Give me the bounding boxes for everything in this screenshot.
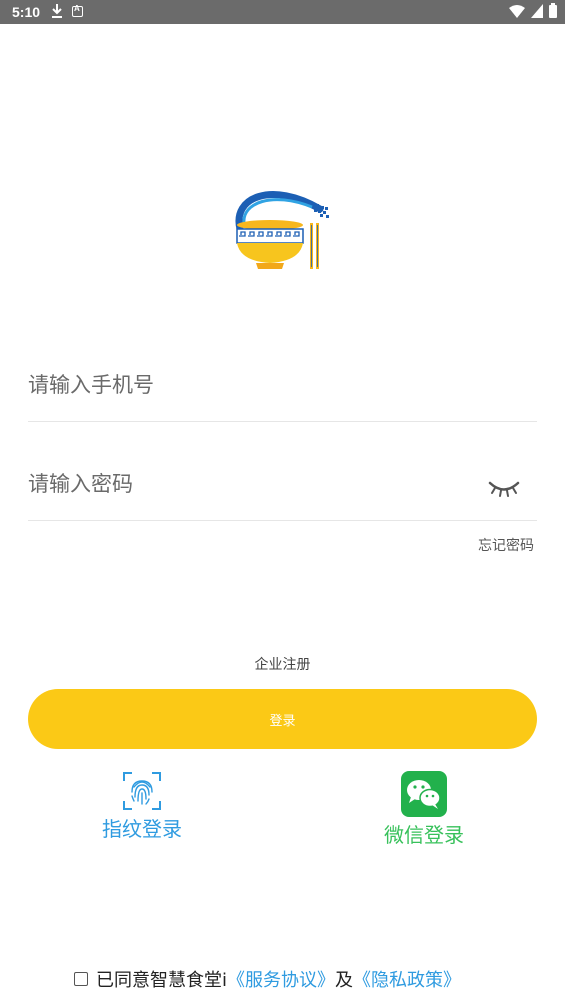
fingerprint-icon [123,772,161,810]
signal-icon [531,3,543,18]
status-icons [509,3,557,18]
eye-closed-icon[interactable] [487,478,521,498]
fingerprint-login-button[interactable]: 指纹登录 [96,771,188,842]
service-agreement-link[interactable]: 《服务协议》 [227,966,335,992]
forgot-password-link[interactable]: 忘记密码 [478,535,534,555]
password-input[interactable] [28,464,468,504]
a-badge-icon [72,4,83,17]
app-logo [235,191,329,269]
status-time: 5:10 [12,4,41,20]
enterprise-register-link[interactable]: 企业注册 [0,654,565,674]
fingerprint-login-label: 指纹登录 [102,817,182,841]
agreement-row: 已同意智慧食堂i 《服务协议》 及 《隐私政策》 [74,966,461,992]
login-button[interactable]: 登录 [28,689,537,749]
wechat-icon [401,771,447,817]
agreement-joiner: 及 [335,970,354,991]
password-field [28,464,537,521]
agreement-prefix: 已同意智慧食堂i [96,970,228,991]
download-icon [51,3,63,22]
status-bar: 5:10 [0,0,565,24]
phone-input[interactable] [28,365,468,405]
wechat-login-button[interactable]: 微信登录 [378,771,470,848]
phone-field [28,365,537,422]
agreement-checkbox[interactable] [74,972,88,986]
privacy-policy-link[interactable]: 《隐私政策》 [353,966,461,992]
wechat-login-label: 微信登录 [384,823,464,847]
wifi-icon [509,4,525,18]
battery-icon [549,3,557,18]
